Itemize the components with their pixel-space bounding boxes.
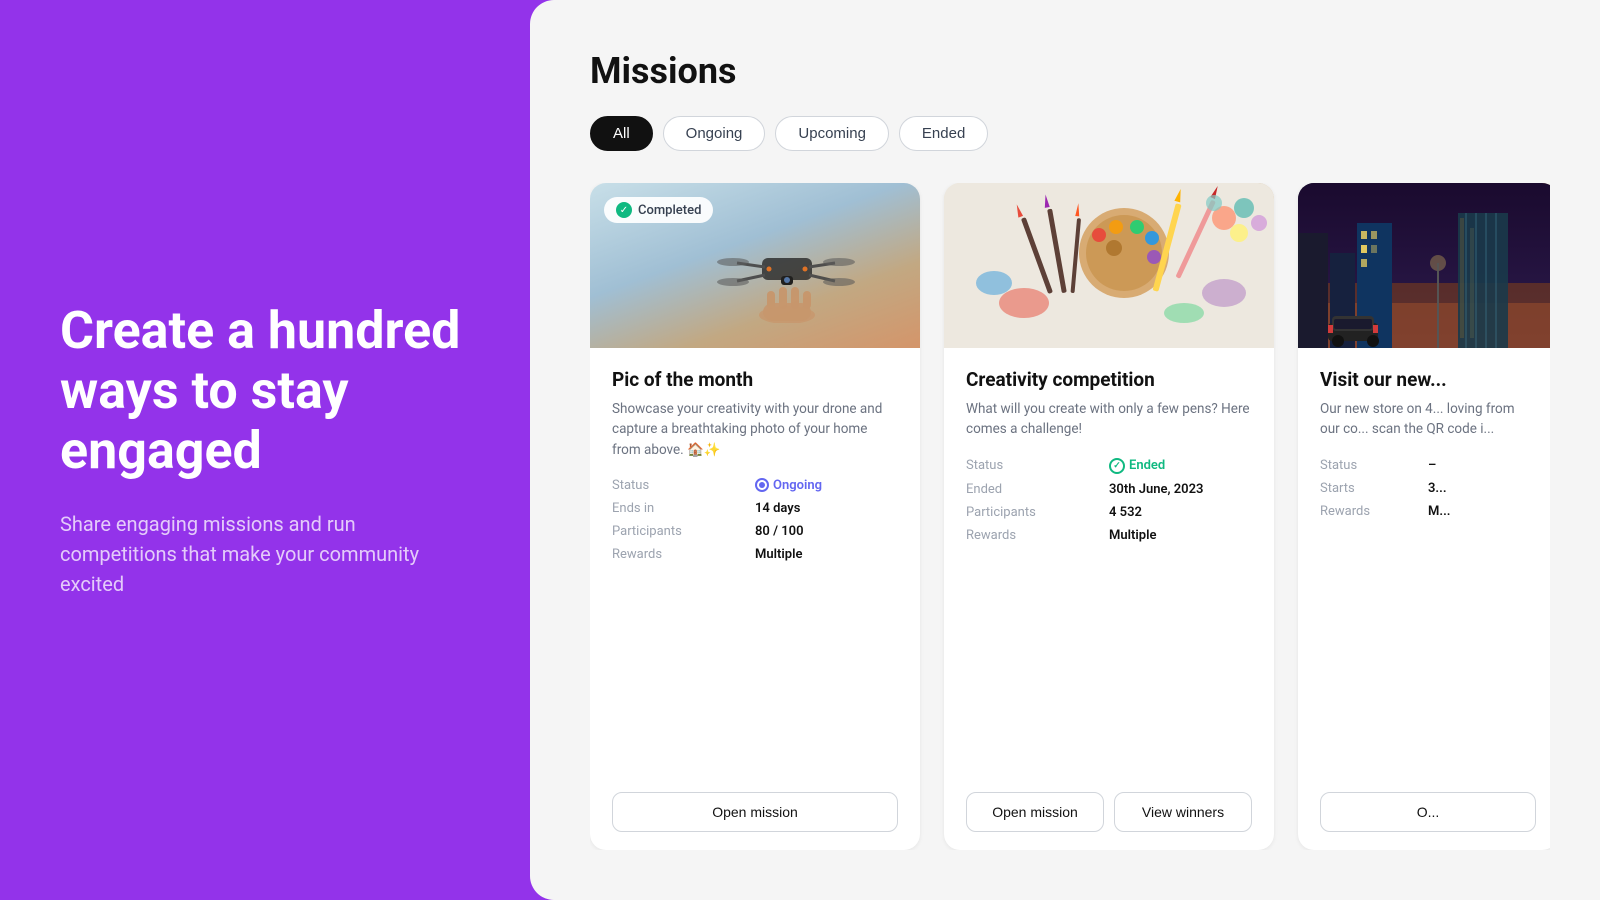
card-2-meta: Status ✓ Ended Ended 30th June, 2023 Par…	[966, 458, 1252, 543]
card-1-rewards-value: Multiple	[755, 547, 898, 562]
badge-label: Completed	[638, 203, 701, 218]
card-3-body: Visit our new... Our new store on 4... l…	[1298, 348, 1550, 792]
page-title: Missions	[590, 50, 1550, 92]
headline: Create a hundred ways to stay engaged	[60, 301, 470, 480]
card-2-status-value: ✓ Ended	[1109, 458, 1252, 474]
mission-card-3: Visit our new... Our new store on 4... l…	[1298, 183, 1550, 850]
card-1-rewards-label: Rewards	[612, 547, 755, 562]
card-2-image	[944, 183, 1274, 348]
card-1-participants-label: Participants	[612, 524, 755, 539]
card-3-starts-value: 3...	[1428, 481, 1536, 496]
card-2-participants-value: 4 532	[1109, 505, 1252, 520]
card-1-participants-value: 80 / 100	[755, 524, 898, 539]
filter-tab-all[interactable]: All	[590, 116, 653, 151]
ongoing-dot-icon	[755, 478, 769, 492]
filter-tab-ended[interactable]: Ended	[899, 116, 988, 151]
card-1-desc: Showcase your creativity with your drone…	[612, 399, 898, 460]
card-2-body: Creativity competition What will you cre…	[944, 348, 1274, 792]
card-1-status-label: Status	[612, 478, 755, 493]
card-2-footer: Open mission View winners	[944, 792, 1274, 850]
mission-card-2: Creativity competition What will you cre…	[944, 183, 1274, 850]
check-icon: ✓	[616, 202, 632, 218]
subtext: Share engaging missions and run competit…	[60, 509, 470, 599]
card-2-rewards-label: Rewards	[966, 528, 1109, 543]
card-3-rewards-label: Rewards	[1320, 504, 1428, 519]
card-2-ended-label: Ended	[966, 482, 1109, 497]
card-2-ended-value: 30th June, 2023	[1109, 482, 1252, 497]
card-1-meta: Status Ongoing Ends in 14 days Participa…	[612, 478, 898, 562]
card-3-image	[1298, 183, 1550, 348]
cards-row: ✓ Completed Pic of the month Showcase yo…	[590, 183, 1550, 850]
card-1-endsin-value: 14 days	[755, 501, 898, 516]
card-2-desc: What will you create with only a few pen…	[966, 399, 1252, 440]
card-3-rewards-value: M...	[1428, 504, 1536, 519]
card-2-title: Creativity competition	[966, 368, 1252, 391]
completed-badge: ✓ Completed	[604, 197, 713, 223]
card-3-meta: Status – Starts 3... Rewards M...	[1320, 458, 1536, 519]
card-3-open-button[interactable]: O...	[1320, 792, 1536, 832]
card-3-starts-label: Starts	[1320, 481, 1428, 496]
card-1-endsin-label: Ends in	[612, 501, 755, 516]
filter-tab-ongoing[interactable]: Ongoing	[663, 116, 766, 151]
card-2-open-button[interactable]: Open mission	[966, 792, 1104, 832]
right-panel: Missions All Ongoing Upcoming Ended	[530, 0, 1600, 900]
card-3-status-label: Status	[1320, 458, 1428, 473]
card-3-title: Visit our new...	[1320, 368, 1536, 391]
card-3-desc: Our new store on 4... loving from our co…	[1320, 399, 1536, 440]
art-illustration	[944, 183, 1274, 348]
city-illustration	[1298, 183, 1550, 348]
card-1-footer: Open mission	[590, 792, 920, 850]
mission-card-1: ✓ Completed Pic of the month Showcase yo…	[590, 183, 920, 850]
filter-tabs: All Ongoing Upcoming Ended	[590, 116, 1550, 151]
card-2-status-label: Status	[966, 458, 1109, 474]
card-2-participants-label: Participants	[966, 505, 1109, 520]
ended-check-icon: ✓	[1109, 458, 1125, 474]
filter-tab-upcoming[interactable]: Upcoming	[775, 116, 889, 151]
card-3-status-value: –	[1428, 458, 1536, 473]
card-1-body: Pic of the month Showcase your creativit…	[590, 348, 920, 792]
card-3-footer: O...	[1298, 792, 1550, 850]
card-2-winners-button[interactable]: View winners	[1114, 792, 1252, 832]
card-1-title: Pic of the month	[612, 368, 898, 391]
card-1-status-value: Ongoing	[755, 478, 898, 493]
card-1-open-button[interactable]: Open mission	[612, 792, 898, 832]
card-2-rewards-value: Multiple	[1109, 528, 1252, 543]
card-1-image: ✓ Completed	[590, 183, 920, 348]
left-panel: Create a hundred ways to stay engaged Sh…	[0, 0, 530, 900]
drone-illustration	[707, 223, 867, 323]
